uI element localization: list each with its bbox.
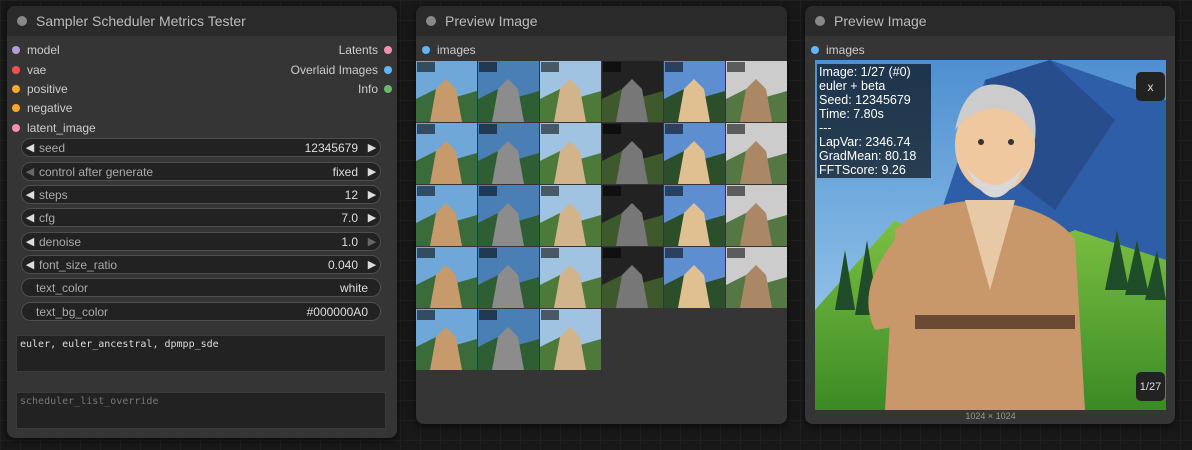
decrement-arrow-icon[interactable]: ◀ [22,165,38,178]
scheduler-list-override-textarea[interactable]: scheduler_list_override [16,392,386,429]
text-color-widget[interactable]: text_color white [21,278,381,297]
close-preview-button[interactable]: x [1136,72,1165,101]
node-title: Preview Image [445,13,538,29]
image-thumbnail[interactable] [726,61,787,122]
decrement-arrow-icon[interactable]: ◀ [22,235,38,248]
increment-arrow-icon[interactable]: ▶ [364,235,380,248]
input-dot-icon[interactable] [12,85,20,93]
input-dot-icon[interactable] [12,104,20,112]
input-dot-icon[interactable] [811,46,819,54]
increment-arrow-icon[interactable]: ▶ [364,211,380,224]
image-thumbnail[interactable] [602,247,663,308]
decrement-arrow-icon[interactable]: ◀ [22,211,38,224]
decrement-arrow-icon[interactable]: ◀ [22,188,38,201]
image-thumbnail[interactable] [726,123,787,184]
image-thumbnail[interactable] [664,247,725,308]
image-thumbnail[interactable] [602,123,663,184]
image-thumbnail[interactable] [540,309,601,370]
collapse-dot-icon[interactable] [17,16,27,26]
control-after-generate-widget[interactable]: ◀ control after generate fixed ▶ [21,162,381,181]
input-latent-image[interactable]: latent_image [12,121,96,135]
image-dimensions: 1024 × 1024 [965,411,1016,421]
image-thumbnail[interactable] [416,123,477,184]
output-dot-icon[interactable] [384,66,392,74]
collapse-dot-icon[interactable] [426,16,436,26]
image-thumbnail[interactable] [664,123,725,184]
node-title-bar[interactable]: Preview Image [416,6,787,36]
metrics-overlay: Image: 1/27 (#0) euler + beta Seed: 1234… [817,64,931,178]
image-thumbnail[interactable] [602,185,663,246]
increment-arrow-icon[interactable]: ▶ [364,258,380,271]
decrement-arrow-icon[interactable]: ◀ [22,141,38,154]
image-thumbnail[interactable] [540,247,601,308]
node-title-bar[interactable]: Preview Image [805,6,1175,36]
image-thumbnail[interactable] [664,185,725,246]
image-thumbnail[interactable] [416,247,477,308]
cfg-widget[interactable]: ◀ cfg 7.0 ▶ [21,208,381,227]
denoise-widget[interactable]: ◀ denoise 1.0 ▶ [21,232,381,251]
node-title: Preview Image [834,13,927,29]
seed-widget[interactable]: ◀ seed 12345679 ▶ [21,138,381,157]
sampler-list-textarea[interactable]: euler, euler_ancestral, dpmpp_sde [16,335,386,372]
image-thumbnail[interactable] [478,309,539,370]
image-thumbnail[interactable] [664,61,725,122]
input-positive[interactable]: positive [12,82,68,96]
node-title-bar[interactable]: Sampler Scheduler Metrics Tester [7,6,397,36]
increment-arrow-icon[interactable]: ▶ [364,141,380,154]
input-dot-icon[interactable] [12,66,20,74]
image-counter: 1/27 [1136,372,1165,401]
input-dot-icon[interactable] [422,46,430,54]
collapse-dot-icon[interactable] [815,16,825,26]
input-dot-icon[interactable] [12,46,20,54]
input-images[interactable]: images [422,43,476,57]
image-thumbnail[interactable] [540,123,601,184]
image-thumbnail[interactable] [478,61,539,122]
image-thumbnail[interactable] [416,185,477,246]
font-size-ratio-widget[interactable]: ◀ font_size_ratio 0.040 ▶ [21,255,381,274]
image-thumbnail[interactable] [416,61,477,122]
image-thumbnail[interactable] [540,185,601,246]
increment-arrow-icon[interactable]: ▶ [364,188,380,201]
image-thumbnail-grid[interactable] [416,61,787,370]
output-latents[interactable]: Latents [339,43,392,57]
output-dot-icon[interactable] [384,85,392,93]
output-dot-icon[interactable] [384,46,392,54]
output-info[interactable]: Info [358,82,392,96]
input-model[interactable]: model [12,43,60,57]
node-title: Sampler Scheduler Metrics Tester [36,13,246,29]
image-thumbnail[interactable] [478,247,539,308]
image-thumbnail[interactable] [726,185,787,246]
image-thumbnail[interactable] [602,61,663,122]
steps-widget[interactable]: ◀ steps 12 ▶ [21,185,381,204]
input-negative[interactable]: negative [12,101,72,115]
text-bg-color-widget[interactable]: text_bg_color #000000A0 [21,302,381,321]
input-dot-icon[interactable] [12,124,20,132]
output-overlaid-images[interactable]: Overlaid Images [291,63,392,77]
decrement-arrow-icon[interactable]: ◀ [22,258,38,271]
image-thumbnail[interactable] [416,309,477,370]
image-thumbnail[interactable] [540,61,601,122]
image-thumbnail[interactable] [726,247,787,308]
input-vae[interactable]: vae [12,63,46,77]
image-thumbnail[interactable] [478,123,539,184]
increment-arrow-icon[interactable]: ▶ [364,165,380,178]
input-images[interactable]: images [811,43,865,57]
image-thumbnail[interactable] [478,185,539,246]
